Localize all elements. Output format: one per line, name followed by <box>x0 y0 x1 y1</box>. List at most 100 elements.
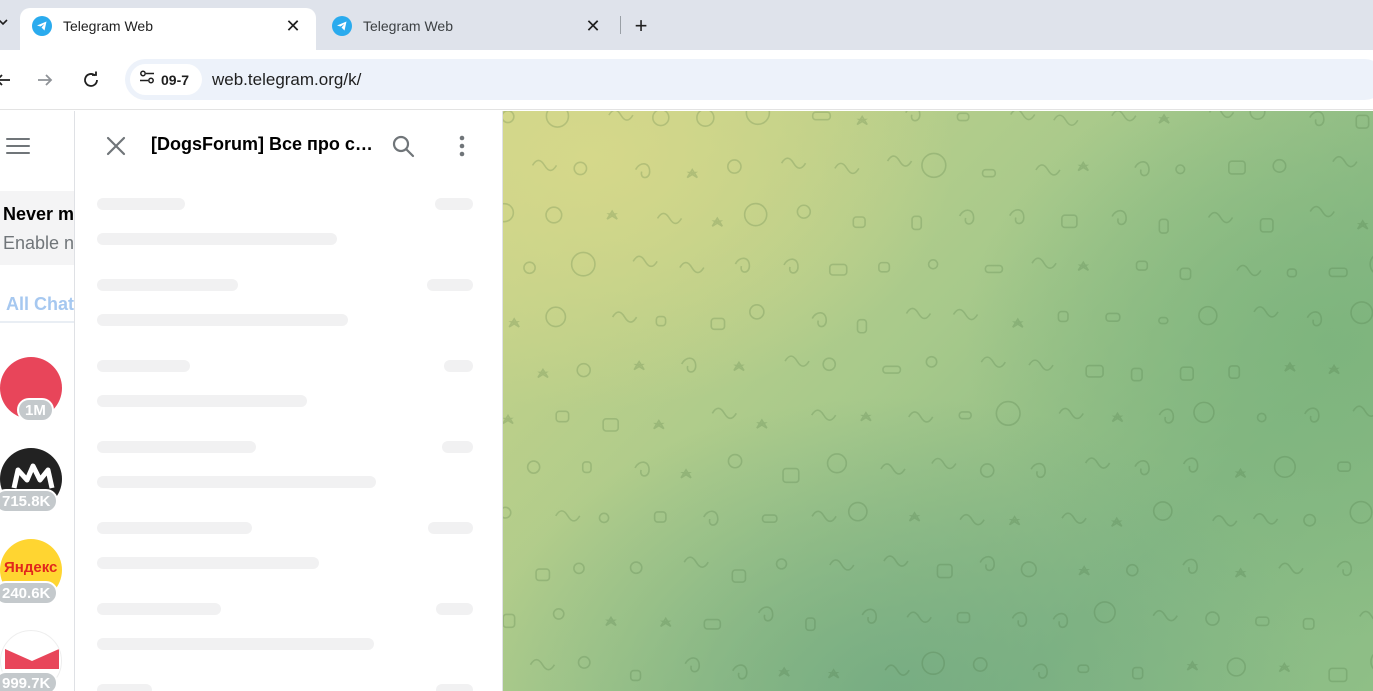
doodle-shape <box>1355 114 1370 129</box>
doodle-shape <box>508 317 520 328</box>
doodle-shape <box>1130 367 1143 382</box>
doodle-shape <box>1256 412 1267 423</box>
skeleton-title <box>97 522 252 534</box>
skeleton-title <box>97 441 256 453</box>
doodle-shape <box>608 111 634 121</box>
address-bar[interactable]: 09-7 web.telegram.org/k/ <box>125 59 1373 100</box>
doodle-shape <box>1359 610 1373 620</box>
tab-close-icon[interactable]: ✕ <box>582 15 604 37</box>
doodle-shape <box>1309 111 1325 127</box>
doodle-shape <box>703 618 722 630</box>
doodle-shape <box>1110 516 1123 527</box>
doodle-shape <box>1058 407 1084 420</box>
browser-tab-inactive[interactable]: Telegram Web ✕ <box>320 8 616 50</box>
doodle-shape <box>1306 311 1323 327</box>
doodle-shape <box>756 418 768 429</box>
browser-tab-active[interactable]: Telegram Web ✕ <box>20 8 316 50</box>
doodle-shape <box>778 666 790 677</box>
doodle-shape <box>1052 612 1069 629</box>
doodle-shape <box>503 413 514 425</box>
doodle-shape <box>731 569 747 583</box>
doodle-shape <box>811 111 832 121</box>
browser-toolbar: 09-7 web.telegram.org/k/ <box>0 50 1373 110</box>
reload-icon[interactable] <box>76 65 106 95</box>
doodle-shape <box>537 367 549 379</box>
doodle-shape <box>503 506 512 519</box>
doodle-shape <box>679 261 705 274</box>
doodle-shape <box>761 514 778 524</box>
doodle-shape <box>860 411 872 422</box>
doodle-shape <box>1302 617 1315 630</box>
doodle-shape <box>883 555 909 567</box>
doodle-shape <box>927 259 939 270</box>
chat-background <box>503 111 1373 691</box>
doodle-shape <box>856 318 868 334</box>
doodle-shape <box>1111 209 1127 226</box>
doodle-shape <box>732 664 748 680</box>
doodle-shape <box>745 111 771 126</box>
doodle-shape <box>1011 611 1028 628</box>
doodle-shape <box>634 461 650 477</box>
doodle-shape <box>1053 114 1079 127</box>
url-text[interactable]: web.telegram.org/k/ <box>212 70 361 90</box>
doodle-shape <box>652 111 670 127</box>
doodle-shape <box>552 607 565 620</box>
forward-arrow-icon[interactable] <box>30 65 60 95</box>
doodle-shape <box>995 400 1021 427</box>
unread-badge: 999.7K <box>0 671 59 691</box>
doodle-shape <box>1084 457 1111 469</box>
search-icon[interactable] <box>388 131 418 161</box>
tab-close-icon[interactable]: ✕ <box>282 15 304 37</box>
doodle-shape <box>1179 366 1194 381</box>
doodle-pattern <box>503 111 1373 683</box>
doodle-shape <box>1205 611 1220 626</box>
doodle-shape <box>852 216 866 229</box>
doodle-shape <box>783 258 799 274</box>
close-icon[interactable] <box>101 131 131 161</box>
skeleton-title <box>97 279 238 291</box>
tab-search-chevron-icon[interactable] <box>0 16 8 30</box>
doodle-shape <box>952 308 979 321</box>
folder-tab-all-chats[interactable]: All Chat <box>6 294 74 315</box>
skeleton-date <box>436 603 473 615</box>
tab-title: Telegram Web <box>363 18 454 34</box>
unread-badge: 715.8K <box>0 489 59 513</box>
doodle-shape <box>921 651 946 676</box>
doodle-shape <box>1077 664 1090 674</box>
doodle-shape <box>526 460 541 474</box>
doodle-shape <box>632 255 658 268</box>
doodle-shape <box>653 419 665 430</box>
doodle-shape <box>908 411 934 423</box>
doodle-shape <box>1207 211 1234 224</box>
doodle-shape <box>633 360 645 371</box>
notification-subtitle: Enable n <box>3 233 75 253</box>
main-menu-icon[interactable] <box>6 138 30 156</box>
doodle-shape <box>805 617 816 632</box>
unread-badge: 240.6K <box>0 581 59 605</box>
doodle-shape <box>1035 164 1061 176</box>
doodle-shape <box>1328 364 1340 375</box>
doodle-shape <box>1085 364 1104 378</box>
site-settings-icon <box>139 69 155 90</box>
doodle-shape <box>727 453 743 469</box>
doodle-shape <box>775 558 788 570</box>
yandex-logo-text: Яндекс <box>4 559 58 576</box>
doodle-shape <box>1032 663 1048 679</box>
doodle-shape <box>634 163 651 179</box>
more-options-icon[interactable] <box>447 131 477 161</box>
doodle-shape <box>503 111 515 124</box>
doodle-shape <box>1111 111 1137 122</box>
doodle-shape <box>980 356 1006 368</box>
doodle-shape <box>811 510 837 523</box>
doodle-shape <box>573 161 588 176</box>
new-tab-button[interactable]: + <box>628 13 654 39</box>
doodle-shape <box>1152 609 1178 622</box>
doodle-shape <box>734 257 751 273</box>
back-arrow-icon[interactable] <box>0 65 18 95</box>
doodle-shape <box>882 365 902 374</box>
skeleton-date <box>427 279 473 291</box>
skeleton-message <box>97 638 374 650</box>
notification-banner[interactable]: Never m Enable n <box>0 191 75 265</box>
doodle-shape <box>683 556 709 568</box>
site-info-chip[interactable]: 09-7 <box>130 64 202 95</box>
